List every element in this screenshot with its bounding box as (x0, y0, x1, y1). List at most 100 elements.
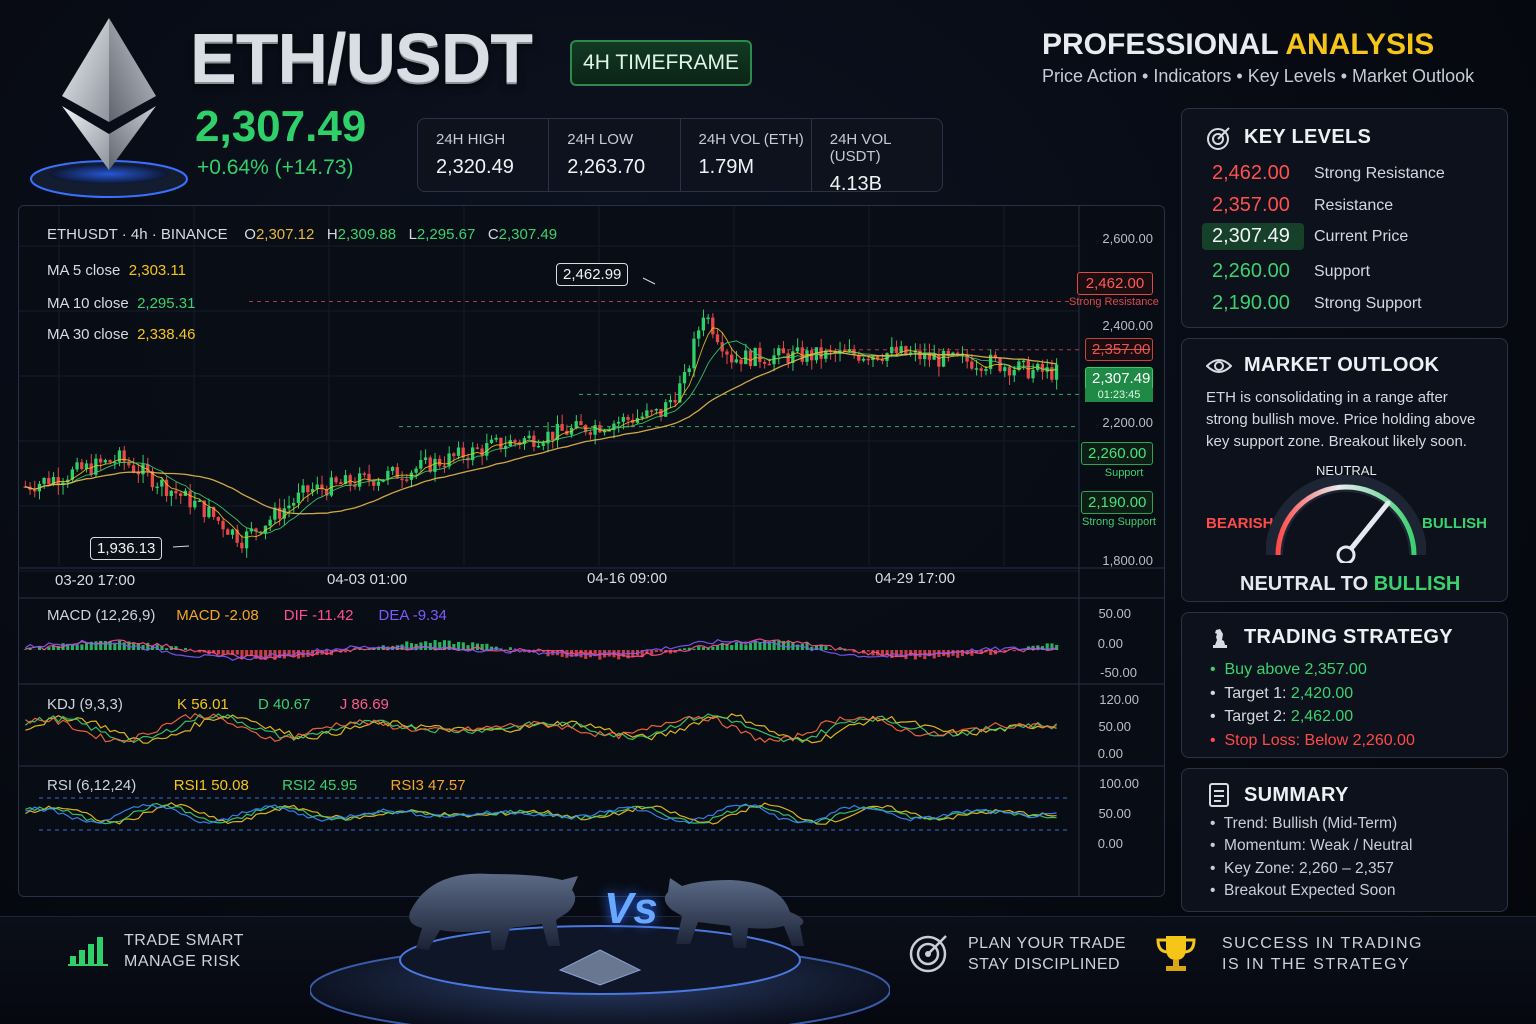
macd-histogram-bar (749, 643, 753, 650)
chart-panel[interactable]: ETHUSDT · 4h · BINANCE O2,307.12 H2,309.… (18, 205, 1165, 897)
candle-body (579, 421, 583, 426)
strategy-buy: • Buy above 2,357.00 (1210, 661, 1367, 678)
candle-body (626, 416, 630, 420)
candle-body (339, 482, 343, 485)
macd-histogram-bar (824, 646, 828, 650)
macd-value: MACD -2.08 (176, 607, 259, 624)
macd-histogram-bar (85, 643, 89, 650)
outlook-verdict: NEUTRAL TO BULLISH (1240, 573, 1460, 596)
candle-body (89, 463, 93, 475)
candle-body (179, 493, 183, 496)
resistance-tag: 2,357.00 (1085, 338, 1153, 361)
open-value: 2,307.12 (255, 226, 315, 243)
candle-body (861, 358, 866, 361)
candle-body (1003, 367, 1007, 372)
macd-histogram-bar (226, 650, 230, 654)
macd-histogram-bar (235, 650, 239, 655)
stat-24h-vol-eth: 24H VOL (ETH) 1.79M (681, 119, 812, 191)
kdj-label: KDJ (9,3,3) (47, 696, 123, 713)
footer-plan-trade: PLAN YOUR TRADE STAY DISCIPLINED (968, 933, 1126, 975)
kdj-k-value: K 56.01 (177, 696, 229, 713)
candle-body (970, 361, 974, 369)
macd-label: MACD (12,26,9) (47, 607, 156, 624)
candle-body (169, 490, 173, 496)
candle-body (188, 490, 192, 508)
candle-body (795, 347, 800, 352)
macd-histogram-bar (113, 643, 117, 650)
needle (1343, 500, 1391, 558)
candle-body (734, 359, 738, 363)
rsi-readout: RSI (6,12,24) RSI1 50.08 RSI2 45.95 RSI3… (47, 777, 466, 794)
ma30-label: MA 30 close (47, 326, 129, 343)
macd-histogram-bar (786, 641, 790, 650)
summary-item: • Key Zone: 2,260 – 2,357 (1210, 860, 1394, 877)
candle-body (513, 440, 517, 443)
candle-body (475, 447, 479, 449)
candle-body (979, 368, 983, 371)
candle-body (588, 432, 592, 435)
macd-indicator (23, 638, 1059, 661)
rsi-tick: 100.00 (1099, 776, 1139, 791)
y-tick: 2,400.00 (1102, 318, 1153, 333)
macd-histogram-bar (165, 648, 169, 650)
ma30-value: 2,338.46 (137, 326, 196, 343)
summary-text: Momentum: Weak / Neutral (1224, 837, 1413, 854)
candle-body (1007, 367, 1012, 376)
macd-histogram-bar (424, 641, 428, 650)
candle-body (428, 457, 432, 472)
macd-histogram-bar (866, 650, 870, 652)
rsi2-value: RSI2 45.95 (282, 777, 358, 794)
trading-strategy-panel: TRADING STRATEGY • Buy above 2,357.00 • … (1181, 612, 1508, 758)
price-change: +0.64% (+14.73) (197, 156, 354, 179)
candle-body (744, 350, 748, 365)
candle-body (42, 477, 46, 484)
stat-value: 2,320.49 (436, 156, 514, 178)
candle-body (725, 351, 729, 355)
candle-body (197, 500, 202, 503)
current-price-tag: 2,307.49 (1085, 367, 1153, 390)
rsi-indicator (25, 797, 1069, 831)
stat-value: 1.79M (698, 156, 755, 178)
pair-title: ETH/USDT (190, 19, 533, 97)
level-value: 2,307.49 (1202, 223, 1304, 250)
candle-body (701, 317, 706, 331)
candle-body (438, 458, 442, 466)
bar-chart-icon (68, 937, 108, 966)
y-tick: 2,200.00 (1102, 415, 1153, 430)
candle-body (80, 462, 84, 469)
key-levels-panel: KEY LEVELS 2,462.00 Strong Resistance 2,… (1181, 108, 1508, 328)
candle-body (480, 448, 484, 456)
candle-body (767, 363, 771, 366)
candle-body (193, 500, 197, 508)
macd-histogram-bar (683, 648, 687, 650)
level-row-strong-support: 2,190.00 Strong Support (1202, 290, 1422, 317)
ma10-label: MA 10 close (47, 295, 129, 312)
candle-body (141, 464, 145, 475)
candle-body (395, 467, 399, 479)
level-desc: Current Price (1314, 227, 1409, 245)
timeframe-badge[interactable]: 4H TIMEFRAME (570, 40, 752, 86)
candle-body (560, 423, 564, 431)
macd-histogram-bar (75, 644, 79, 650)
macd-histogram-bar (711, 646, 715, 650)
candle-body (240, 542, 244, 549)
strong-resistance-tag: 2,462.00 (1077, 272, 1153, 295)
candle-body (894, 346, 899, 353)
stat-label: 24H LOW (567, 131, 634, 148)
candle-body (748, 350, 753, 367)
level-row-support: 2,260.00 Support (1202, 258, 1370, 285)
candle-body (292, 502, 296, 506)
trophy-icon (1156, 936, 1196, 971)
candle-body (649, 410, 654, 412)
candle-body (494, 437, 498, 440)
target2-value: 2,462.00 (1290, 708, 1354, 725)
ma30-line (25, 350, 1057, 515)
summary-panel: SUMMARY • Trend: Bullish (Mid-Term) • Mo… (1181, 768, 1508, 912)
footer-text: PLAN YOUR TRADE (968, 935, 1127, 952)
footer-text: SUCCESS IN TRADING (1222, 935, 1423, 952)
candle-body (362, 473, 366, 475)
candle-body (334, 477, 338, 483)
high-value: 2,309.88 (337, 226, 397, 243)
y-tick: 2,600.00 (1102, 231, 1153, 246)
summary-item: • Breakout Expected Soon (1210, 882, 1396, 899)
